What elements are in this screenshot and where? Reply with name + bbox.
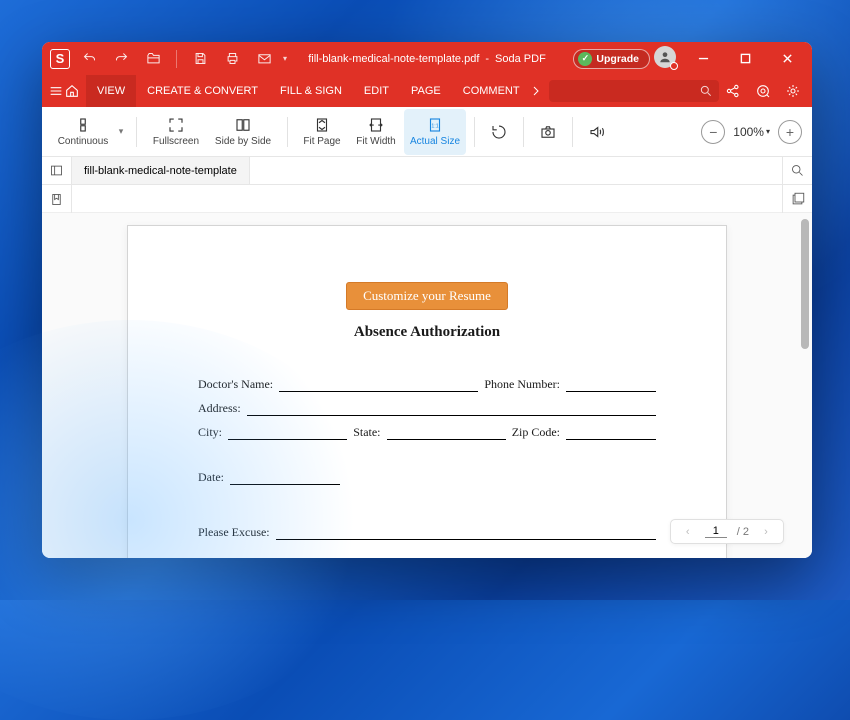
fullscreen-icon bbox=[167, 116, 185, 134]
side-by-side-icon bbox=[234, 116, 252, 134]
zoom-value[interactable]: 100%▾ bbox=[733, 125, 770, 139]
app-window: S ▾ fill-blank-medical-note-template.pdf… bbox=[42, 42, 812, 558]
close-button[interactable] bbox=[768, 46, 806, 72]
share-button[interactable] bbox=[719, 77, 747, 105]
page-total: / 2 bbox=[737, 526, 749, 538]
actual-size-icon: 1:1 bbox=[426, 116, 444, 134]
read-aloud-button[interactable] bbox=[581, 109, 613, 155]
label-phone-number: Phone Number: bbox=[484, 377, 560, 392]
field-please-excuse[interactable] bbox=[276, 526, 656, 540]
document-tab[interactable]: fill-blank-medical-note-template bbox=[72, 157, 250, 184]
zoom-out-button[interactable]: − bbox=[701, 120, 725, 144]
check-icon: ✓ bbox=[578, 52, 592, 66]
prev-page-button[interactable]: ‹ bbox=[681, 526, 695, 538]
tab-edit[interactable]: EDIT bbox=[353, 75, 400, 107]
fit-width-button[interactable]: Fit Width bbox=[348, 109, 404, 155]
menubar: VIEW CREATE & CONVERT FILL & SIGN EDIT P… bbox=[42, 75, 812, 107]
open-button[interactable] bbox=[140, 46, 166, 72]
tab-fill-sign[interactable]: FILL & SIGN bbox=[269, 75, 353, 107]
label-address: Address: bbox=[198, 401, 241, 416]
zoom-in-button[interactable]: + bbox=[778, 120, 802, 144]
document-viewport[interactable]: Customize your Resume Absence Authorizat… bbox=[42, 213, 812, 558]
tab-create-convert[interactable]: CREATE & CONVERT bbox=[136, 75, 269, 107]
hamburger-button[interactable] bbox=[48, 77, 64, 105]
form-title: Absence Authorization bbox=[198, 324, 656, 341]
continuous-button[interactable]: Continuous bbox=[52, 109, 114, 155]
ribbon: Continuous ▾ Fullscreen Side by Side Fit… bbox=[42, 107, 812, 157]
undo-button[interactable] bbox=[76, 46, 102, 72]
search-panel-button[interactable] bbox=[782, 157, 812, 184]
pages-panel-button[interactable] bbox=[782, 185, 812, 213]
field-city[interactable] bbox=[228, 426, 347, 440]
side-by-side-button[interactable]: Side by Side bbox=[207, 109, 279, 155]
menu-tabs: VIEW CREATE & CONVERT FILL & SIGN EDIT P… bbox=[86, 75, 531, 107]
search-input[interactable] bbox=[549, 80, 719, 102]
svg-text:1:1: 1:1 bbox=[431, 123, 438, 129]
maximize-button[interactable] bbox=[726, 46, 764, 72]
field-address[interactable] bbox=[247, 402, 656, 416]
fit-page-button[interactable]: Fit Page bbox=[296, 109, 348, 155]
next-page-button[interactable]: › bbox=[759, 526, 773, 538]
help-button[interactable] bbox=[749, 77, 777, 105]
document-name: fill-blank-medical-note-template.pdf bbox=[308, 53, 479, 65]
field-phone-number[interactable] bbox=[566, 378, 656, 392]
tabs-scroll-right[interactable] bbox=[531, 86, 541, 96]
label-please-excuse: Please Excuse: bbox=[198, 525, 270, 540]
speaker-icon bbox=[588, 123, 606, 141]
vertical-scrollbar[interactable] bbox=[801, 219, 809, 349]
minimize-button[interactable] bbox=[684, 46, 722, 72]
titlebar: S ▾ fill-blank-medical-note-template.pdf… bbox=[42, 42, 812, 75]
app-name: Soda PDF bbox=[495, 53, 546, 65]
fullscreen-button[interactable]: Fullscreen bbox=[145, 109, 207, 155]
zoom-control: − 100%▾ + bbox=[701, 120, 802, 144]
label-date: Date: bbox=[198, 470, 224, 485]
field-state[interactable] bbox=[387, 426, 506, 440]
upgrade-button[interactable]: ✓ Upgrade bbox=[573, 49, 650, 69]
rotate-icon bbox=[490, 123, 508, 141]
field-zip-code[interactable] bbox=[566, 426, 656, 440]
label-city: City: bbox=[198, 425, 222, 440]
home-button[interactable] bbox=[64, 77, 80, 105]
search-icon bbox=[699, 84, 713, 98]
account-button[interactable] bbox=[654, 46, 680, 72]
label-state: State: bbox=[353, 425, 380, 440]
save-button[interactable] bbox=[187, 46, 213, 72]
field-doctors-name[interactable] bbox=[279, 378, 478, 392]
page-input[interactable] bbox=[705, 525, 727, 538]
label-doctors-name: Doctor's Name: bbox=[198, 377, 273, 392]
label-zip-code: Zip Code: bbox=[512, 425, 560, 440]
print-button[interactable] bbox=[219, 46, 245, 72]
tab-comment[interactable]: COMMENT bbox=[452, 75, 531, 107]
tab-page[interactable]: PAGE bbox=[400, 75, 452, 107]
fit-page-icon bbox=[313, 116, 331, 134]
field-date[interactable] bbox=[230, 471, 340, 485]
continuous-dropdown[interactable]: ▾ bbox=[114, 126, 128, 137]
rotate-button[interactable] bbox=[483, 109, 515, 155]
settings-button[interactable] bbox=[779, 77, 807, 105]
fit-width-icon bbox=[367, 116, 385, 134]
mail-button[interactable] bbox=[251, 46, 277, 72]
page-navigator: ‹ / 2 › bbox=[670, 519, 784, 544]
tab-view[interactable]: VIEW bbox=[86, 75, 136, 107]
customize-resume-button[interactable]: Customize your Resume bbox=[346, 282, 508, 310]
continuous-icon bbox=[74, 116, 92, 134]
actual-size-button[interactable]: 1:1 Actual Size bbox=[404, 109, 466, 155]
notification-dot bbox=[670, 62, 678, 70]
camera-icon bbox=[539, 123, 557, 141]
redo-button[interactable] bbox=[108, 46, 134, 72]
bookmarks-button[interactable] bbox=[42, 185, 72, 213]
app-logo: S bbox=[50, 49, 70, 69]
doc-tab-strip: fill-blank-medical-note-template bbox=[42, 157, 812, 185]
snapshot-button[interactable] bbox=[532, 109, 564, 155]
pdf-page: Customize your Resume Absence Authorizat… bbox=[127, 225, 727, 558]
panel-toggle-button[interactable] bbox=[42, 157, 72, 184]
titlebar-more-dropdown[interactable]: ▾ bbox=[283, 54, 287, 63]
